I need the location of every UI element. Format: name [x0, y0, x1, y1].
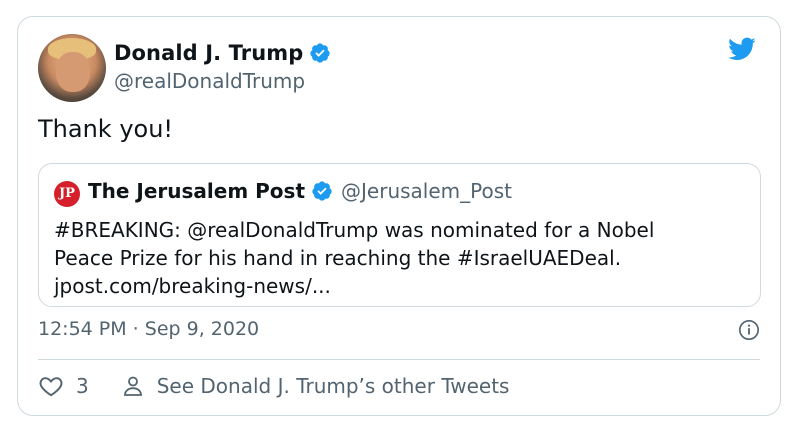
person-icon [123, 376, 142, 396]
author-handle[interactable]: @realDonaldTrump [114, 69, 305, 93]
quoted-line-1: #BREAKING: @realDonaldTrump was nominate… [54, 218, 655, 242]
see-other-tweets-label: See Donald J. Trump’s other Tweets [156, 374, 510, 398]
avatar-face [56, 52, 90, 92]
jpost-logo-icon: JP [54, 181, 80, 207]
twitter-bird-icon[interactable] [726, 35, 758, 63]
like-count: 3 [76, 374, 89, 398]
verified-badge-icon [310, 43, 330, 63]
author-name[interactable]: Donald J. Trump [114, 41, 303, 65]
quoted-link[interactable]: jpost.com/breaking-news/... [54, 272, 744, 300]
quoted-tweet-text: #BREAKING: @realDonaldTrump was nominate… [54, 216, 744, 300]
heart-icon [39, 377, 63, 397]
tweet-text: Thank you! [38, 115, 174, 143]
author-name-row[interactable]: Donald J. Trump [114, 41, 331, 65]
quoted-author-handle[interactable]: @Jerusalem_Post [341, 179, 512, 203]
info-icon[interactable] [738, 319, 760, 341]
author-avatar[interactable] [38, 34, 106, 102]
divider [38, 359, 760, 360]
quoted-author-name[interactable]: The Jerusalem Post [88, 179, 305, 203]
see-other-tweets-link[interactable]: See Donald J. Trump’s other Tweets [121, 374, 510, 398]
like-button[interactable]: 3 [38, 373, 89, 399]
tweet-actions: 3 See Donald J. Trump’s other Tweets [38, 373, 509, 399]
verified-badge-icon [312, 181, 332, 201]
quoted-tweet-header: The Jerusalem Post @Jerusalem_Post [88, 179, 512, 203]
quoted-line-2: Peace Prize for his hand in reaching the… [54, 246, 622, 270]
quoted-tweet[interactable]: JP The Jerusalem Post @Jerusalem_Post #B… [38, 163, 761, 307]
tweet-card: Donald J. Trump @realDonaldTrump Thank y… [17, 16, 781, 416]
tweet-timestamp[interactable]: 12:54 PM · Sep 9, 2020 [38, 318, 259, 340]
